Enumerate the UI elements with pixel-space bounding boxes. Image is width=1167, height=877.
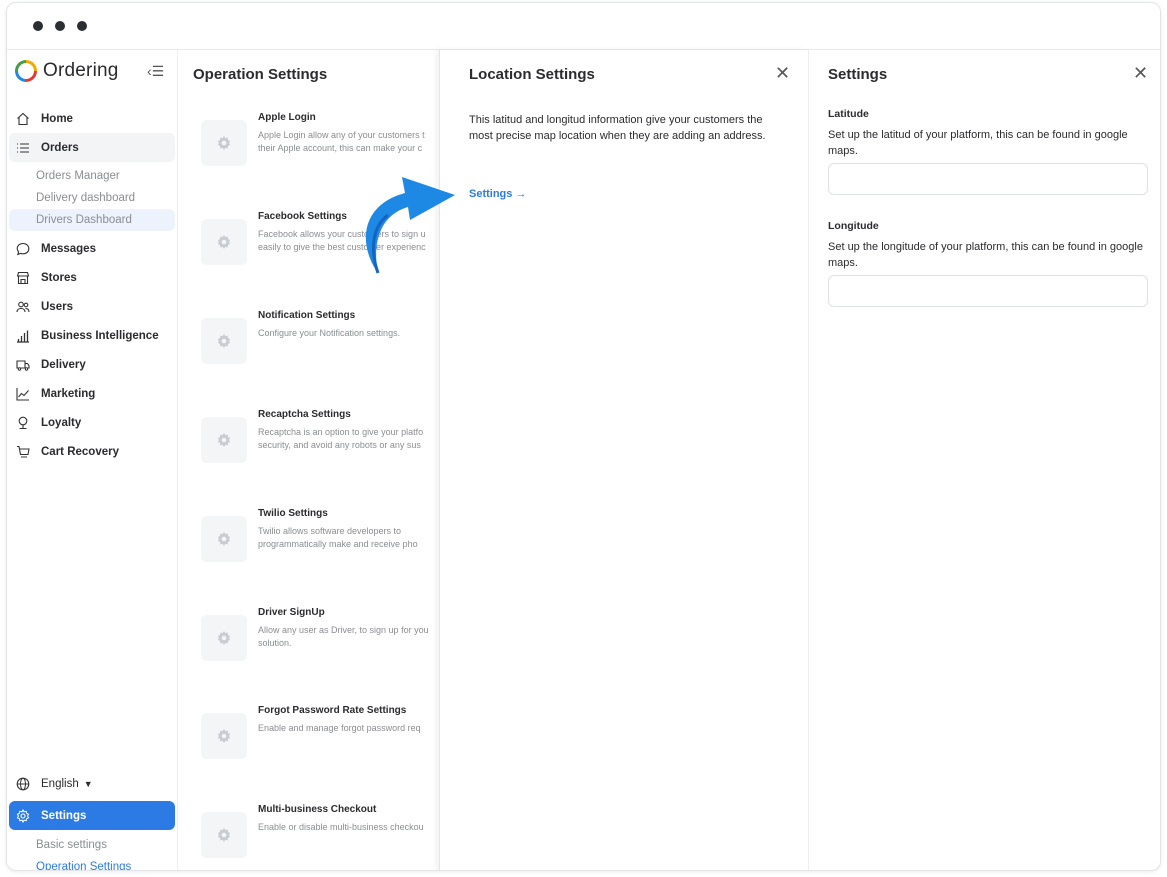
longitude-help: Set up the longitude of your platform, t… [828, 241, 1143, 269]
location-settings-panel: Location Settings ✕ This latitud and lon… [439, 50, 808, 870]
sidebar-item-label: Business Intelligence [41, 329, 159, 342]
settings-card-description: Recaptcha is an option to give your plat… [258, 427, 424, 450]
settings-card-description: Enable and manage forgot password req [258, 723, 421, 733]
sidebar-item-label: Loyalty [41, 416, 82, 429]
bar-chart-icon [15, 328, 31, 344]
sidebar-subitem-drivers-dashboard[interactable]: Drivers Dashboard [9, 209, 175, 231]
sidebar-item-label: Marketing [41, 387, 96, 400]
window-control-dot[interactable] [55, 21, 65, 31]
sidebar-item-cart-recovery[interactable]: Cart Recovery [9, 437, 175, 466]
sidebar-item-label: Settings [41, 809, 87, 822]
settings-card-multi-business-checkout[interactable]: Multi-business Checkout Enable or disabl… [201, 804, 440, 870]
sidebar-item-orders[interactable]: Orders [9, 133, 175, 162]
settings-link[interactable]: Settings → [469, 188, 526, 200]
annotation-arrow-icon [365, 177, 455, 274]
sidebar-item-label: Delivery [41, 358, 86, 371]
sidebar-bottom: English ▼ Settings Basic settings Operat… [9, 769, 175, 870]
sidebar-item-label: Home [41, 112, 73, 125]
gear-icon [201, 516, 247, 562]
sidebar-item-label: Users [41, 300, 73, 313]
sidebar-item-delivery[interactable]: Delivery [9, 350, 175, 379]
settings-card-title: Twilio Settings [258, 508, 328, 519]
language-label: English [41, 777, 79, 790]
settings-card-title: Facebook Settings [258, 211, 347, 222]
settings-card-title: Recaptcha Settings [258, 409, 351, 420]
sidebar-item-marketing[interactable]: Marketing [9, 379, 175, 408]
settings-card-description: Configure your Notification settings. [258, 328, 401, 338]
settings-card-recaptcha[interactable]: Recaptcha Settings Recaptcha is an optio… [201, 409, 440, 479]
gear-icon [201, 120, 247, 166]
sidebar-item-business-intelligence[interactable]: Business Intelligence [9, 321, 175, 350]
sidebar-item-label: Stores [41, 271, 77, 284]
latitude-input[interactable] [828, 163, 1148, 195]
settings-panel: Settings ✕ Latitude Set up the latitud o… [808, 50, 1160, 870]
caret-down-icon: ▼ [83, 778, 93, 789]
brand-name: Ordering [43, 60, 119, 81]
users-icon [15, 299, 31, 315]
language-selector[interactable]: English ▼ [9, 769, 175, 798]
title-bar [7, 3, 1160, 50]
sidebar-item-settings[interactable]: Settings [9, 801, 175, 830]
sidebar-item-label: Cart Recovery [41, 445, 119, 458]
gear-icon [201, 219, 247, 265]
settings-card-title: Forgot Password Rate Settings [258, 705, 407, 716]
ordering-logo-icon [15, 60, 37, 82]
sidebar-subitem-orders-manager[interactable]: Orders Manager [9, 165, 175, 187]
gear-icon [201, 615, 247, 661]
globe-icon [15, 776, 31, 792]
sidebar-nav: Home Orders Orders Manager Delivery dash… [9, 104, 175, 466]
sidebar-item-stores[interactable]: Stores [9, 263, 175, 292]
sidebar-item-label: Orders [41, 141, 79, 154]
list-icon [15, 140, 31, 156]
message-icon [15, 241, 31, 257]
settings-card-title: Driver SignUp [258, 607, 325, 618]
window-control-dot[interactable] [33, 21, 43, 31]
close-icon[interactable]: ✕ [1133, 64, 1148, 82]
gear-icon [201, 713, 247, 759]
gear-icon [201, 417, 247, 463]
sidebar-item-messages[interactable]: Messages [9, 234, 175, 263]
sidebar-subitem-basic-settings[interactable]: Basic settings [9, 834, 175, 856]
award-icon [15, 415, 31, 431]
gear-icon [201, 318, 247, 364]
sidebar-item-loyalty[interactable]: Loyalty [9, 408, 175, 437]
sidebar: Ordering ‹☰ Home Orders Orders Manager D… [7, 50, 178, 870]
sidebar-subitem-operation-settings[interactable]: Operation Settings [9, 856, 175, 870]
settings-card-description: Twilio allows software developers to prog… [258, 526, 418, 549]
sidebar-subitem-delivery-dashboard[interactable]: Delivery dashboard [9, 187, 175, 209]
store-icon [15, 270, 31, 286]
gear-icon [15, 808, 31, 824]
settings-card-title: Multi-business Checkout [258, 804, 377, 815]
settings-card-description: Allow any user as Driver, to sign up for… [258, 625, 429, 648]
home-icon [15, 111, 31, 127]
brand-logo[interactable]: Ordering [15, 56, 119, 86]
cart-icon [15, 444, 31, 460]
settings-card-title: Notification Settings [258, 310, 356, 321]
sidebar-item-users[interactable]: Users [9, 292, 175, 321]
settings-card-driver-signup[interactable]: Driver SignUp Allow any user as Driver, … [201, 607, 440, 677]
settings-card-title: Apple Login [258, 112, 316, 123]
truck-icon [15, 357, 31, 373]
collapse-sidebar-icon[interactable]: ‹☰ [147, 63, 164, 80]
close-icon[interactable]: ✕ [775, 64, 790, 82]
settings-card-description: Enable or disable multi-business checkou [258, 822, 424, 832]
panel-title: Location Settings [469, 66, 595, 83]
latitude-help: Set up the latitud of your platform, thi… [828, 129, 1128, 157]
app-window: Ordering ‹☰ Home Orders Orders Manager D… [6, 2, 1161, 871]
location-description: This latitud and longitud information gi… [469, 114, 766, 142]
sidebar-item-label: Messages [41, 242, 96, 255]
line-chart-icon [15, 386, 31, 402]
longitude-label: Longitude [828, 220, 879, 232]
sidebar-item-home[interactable]: Home [9, 104, 175, 133]
settings-card-twilio[interactable]: Twilio Settings Twilio allows software d… [201, 508, 440, 578]
latitude-label: Latitude [828, 108, 869, 120]
page-title: Operation Settings [193, 66, 328, 83]
window-control-dot[interactable] [77, 21, 87, 31]
panel-title: Settings [828, 66, 888, 83]
settings-card-forgot-password-rate[interactable]: Forgot Password Rate Settings Enable and… [201, 705, 440, 775]
longitude-input[interactable] [828, 275, 1148, 307]
gear-icon [201, 812, 247, 858]
settings-card-description: Apple Login allow any of your customers … [258, 130, 425, 153]
settings-card-notification[interactable]: Notification Settings Configure your Not… [201, 310, 440, 380]
